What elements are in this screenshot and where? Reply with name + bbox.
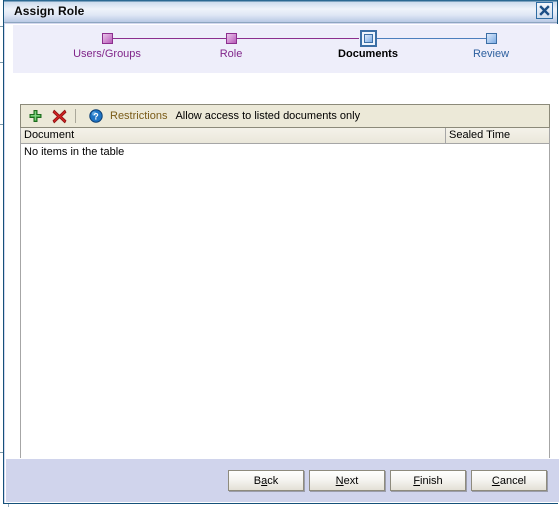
table-column-header-sealed-time[interactable]: Sealed Time — [446, 128, 549, 143]
restrictions-label: Restrictions — [110, 110, 168, 122]
close-icon[interactable] — [536, 2, 553, 19]
dialog-title-bar[interactable]: Assign Role — [4, 0, 557, 23]
next-button-mnemonic: N — [335, 474, 344, 487]
table-column-header-document[interactable]: Document — [21, 128, 446, 143]
stepper-step-label: Documents — [338, 48, 398, 60]
cancel-button-mnemonic: C — [491, 474, 500, 487]
stepper-step-documents[interactable]: Documents — [299, 25, 437, 73]
step-node-square — [486, 33, 497, 44]
stepper-step-label: Role — [219, 48, 243, 60]
wizard-stepper-track: Users/Groups Role Documents Review — [13, 25, 550, 73]
stepper-step-users-groups[interactable]: Users/Groups — [41, 25, 173, 73]
finish-button-label-tail: inish — [420, 474, 443, 487]
wizard-stepper: Users/Groups Role Documents Review — [13, 25, 550, 73]
back-button[interactable]: Back — [228, 470, 304, 491]
cancel-button-label-tail: ancel — [499, 474, 527, 487]
plus-icon[interactable] — [25, 106, 45, 126]
finish-button[interactable]: Finish — [390, 470, 466, 491]
table-header-row: Document Sealed Time — [21, 128, 549, 144]
back-button-label: B — [253, 474, 262, 487]
cancel-button[interactable]: Cancel — [471, 470, 547, 491]
restrictions-value: Allow access to listed documents only — [175, 110, 361, 122]
help-question-icon[interactable]: ? — [86, 106, 106, 126]
step-node-square-selected — [360, 30, 377, 47]
documents-panel: ? Restrictions Allow access to listed do… — [13, 74, 550, 479]
table-empty-message: No items in the table — [24, 146, 125, 158]
stepper-step-label: Review — [472, 48, 510, 60]
next-button-label-tail: ext — [343, 474, 359, 487]
svg-text:?: ? — [93, 111, 99, 121]
dialog-button-panel: Back Next Finish Cancel — [6, 458, 559, 502]
delete-x-icon[interactable] — [49, 106, 69, 126]
toolbar-separator — [75, 109, 76, 123]
dialog-title: Assign Role — [14, 4, 85, 18]
dialog-body: Users/Groups Role Documents Review ? Res… — [5, 24, 559, 503]
stepper-step-label: Users/Groups — [73, 48, 141, 60]
documents-table: Document Sealed Time No items in the tab… — [20, 128, 550, 473]
back-button-label-tail: ck — [267, 474, 279, 487]
step-node-square — [226, 33, 237, 44]
assign-role-dialog: Assign Role Users/Groups Role Documents … — [3, 0, 559, 504]
stepper-step-role[interactable]: Role — [181, 25, 281, 73]
step-node-square — [102, 33, 113, 44]
documents-toolbar: ? Restrictions Allow access to listed do… — [20, 104, 550, 128]
next-button[interactable]: Next — [309, 470, 385, 491]
stepper-step-review[interactable]: Review — [441, 25, 541, 73]
